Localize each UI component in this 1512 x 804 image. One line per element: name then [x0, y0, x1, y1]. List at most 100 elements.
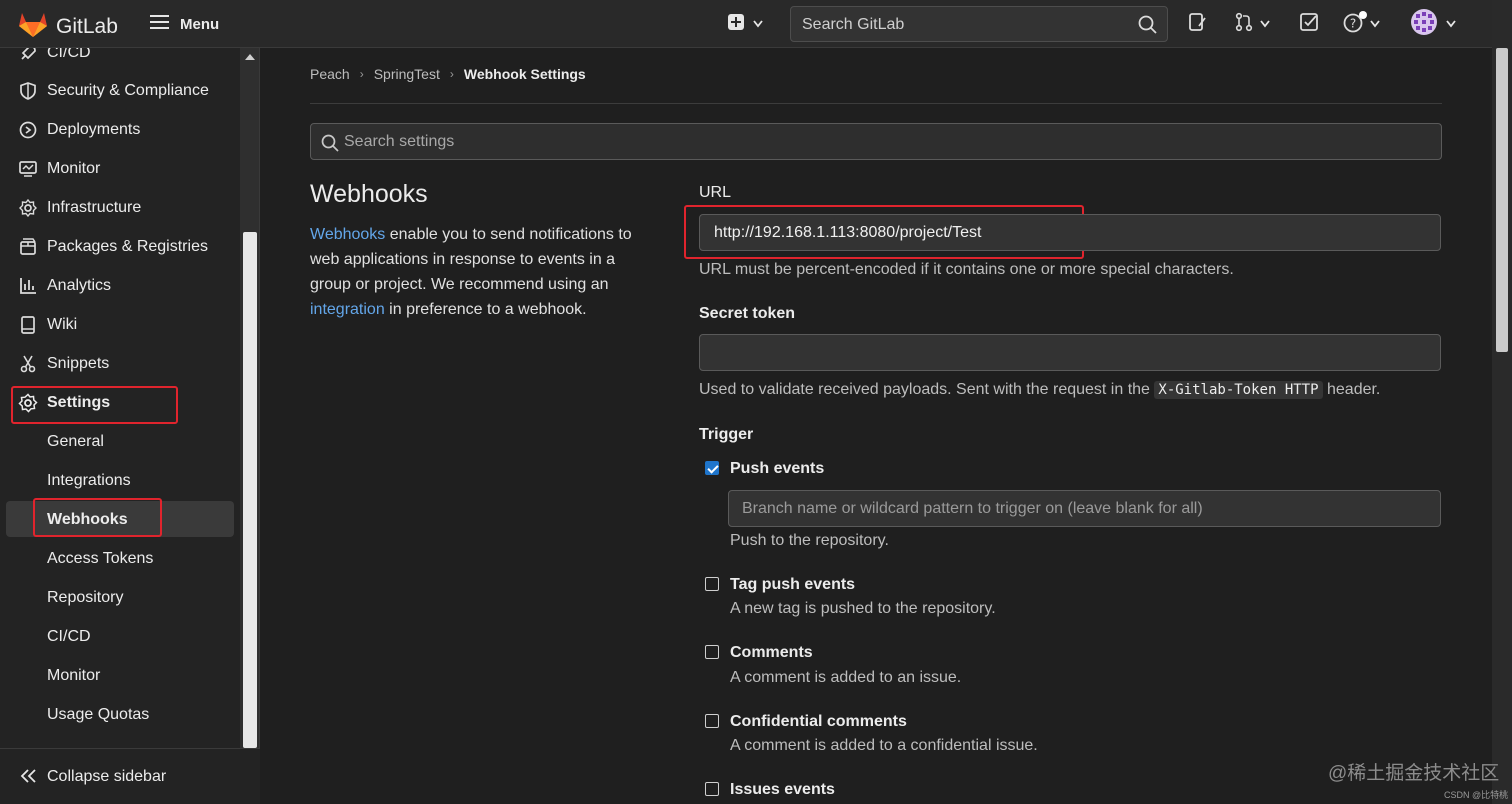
sidebar-subitem-cicd[interactable]: CI/CD	[0, 619, 240, 655]
breadcrumb-item[interactable]: Peach	[310, 66, 350, 82]
comments-checkbox[interactable]	[705, 645, 719, 659]
search-input[interactable]: Search GitLab	[790, 6, 1168, 42]
sidebar-item-label: Monitor	[47, 667, 101, 684]
sidebar-item-analytics[interactable]: Analytics	[0, 268, 240, 304]
settings-search-input[interactable]: Search settings	[310, 123, 1442, 160]
sidebar-subitem-usage-quotas[interactable]: Usage Quotas	[0, 697, 240, 733]
sidebar-subitem-integrations[interactable]: Integrations	[0, 463, 240, 499]
integration-link[interactable]: integration	[310, 301, 385, 318]
sidebar-item-label: Monitor	[47, 160, 101, 177]
chevron-right-icon: ›	[359, 67, 364, 81]
cloud-gear-icon	[18, 198, 38, 218]
webhooks-description: Webhooks enable you to send notification…	[310, 222, 660, 322]
scroll-up-arrow-icon[interactable]	[245, 54, 255, 60]
sidebar-item-label: Integrations	[47, 472, 131, 489]
avatar	[1410, 8, 1438, 41]
chevron-down-icon	[1260, 15, 1270, 33]
help-icon: ?	[1343, 10, 1367, 38]
user-menu-button[interactable]	[1410, 8, 1456, 41]
sidebar-item-label: Snippets	[47, 355, 110, 372]
help-button[interactable]: ?	[1343, 10, 1380, 38]
branch-filter-input[interactable]: Branch name or wildcard pattern to trigg…	[728, 490, 1441, 527]
package-icon	[18, 237, 38, 257]
divider	[310, 103, 1442, 104]
page-title: Webhooks	[310, 180, 428, 208]
sidebar-item-wiki[interactable]: Wiki	[0, 307, 240, 343]
push-events-label[interactable]: Push events	[730, 460, 824, 478]
sidebar-scrollbar[interactable]	[240, 48, 260, 748]
issues-events-checkbox[interactable]	[705, 782, 719, 796]
url-help-text: URL must be percent-encoded if it contai…	[699, 261, 1234, 278]
page-scrollbar-thumb[interactable]	[1496, 48, 1508, 352]
sidebar-subitem-general[interactable]: General	[0, 424, 240, 460]
confidential-comments-label[interactable]: Confidential comments	[730, 713, 907, 731]
collapse-sidebar-button[interactable]: Collapse sidebar	[0, 748, 260, 804]
menu-button[interactable]: Menu	[150, 14, 219, 34]
gitlab-logo[interactable]: GitLab	[18, 10, 118, 43]
shield-icon	[18, 81, 38, 101]
comments-help: A comment is added to an issue.	[730, 669, 962, 686]
sidebar-item-label: Usage Quotas	[47, 706, 150, 723]
sidebar-item-label: Security & Compliance	[47, 82, 209, 99]
tanuki-icon	[18, 10, 48, 43]
sidebar-item-cicd[interactable]: CI/CD	[0, 48, 240, 71]
sidebar-item-label: Wiki	[47, 316, 78, 333]
confidential-comments-checkbox[interactable]	[705, 714, 719, 728]
sidebar-subitem-repository[interactable]: Repository	[0, 580, 240, 616]
plus-square-icon	[728, 13, 744, 35]
menu-label: Menu	[180, 15, 220, 33]
todo-check-icon	[1299, 12, 1319, 37]
secret-token-help-text: Used to validate received payloads. Sent…	[699, 381, 1380, 399]
sidebar-item-label: Analytics	[47, 277, 112, 294]
sidebar-scrollbar-thumb[interactable]	[243, 232, 257, 748]
book-icon	[18, 315, 38, 335]
chevron-down-icon	[1446, 15, 1456, 33]
app-name: GitLab	[56, 14, 118, 38]
chart-icon	[18, 276, 38, 296]
double-chevron-left-icon	[20, 768, 38, 789]
sidebar-subitem-monitor[interactable]: Monitor	[0, 658, 240, 694]
url-input[interactable]: http://192.168.1.113:8080/project/Test	[699, 214, 1441, 251]
webhooks-link[interactable]: Webhooks	[310, 226, 385, 243]
issues-icon	[1188, 12, 1208, 37]
tag-push-events-help: A new tag is pushed to the repository.	[730, 600, 996, 617]
sidebar-subitem-access-tokens[interactable]: Access Tokens	[0, 541, 240, 577]
page-scrollbar[interactable]	[1492, 0, 1512, 804]
push-events-help: Push to the repository.	[730, 532, 889, 549]
breadcrumb-current[interactable]: Webhook Settings	[464, 66, 586, 82]
breadcrumb: Peach › SpringTest › Webhook Settings	[310, 66, 586, 82]
sidebar-item-security-compliance[interactable]: Security & Compliance	[0, 73, 240, 109]
issues-events-label[interactable]: Issues events	[730, 781, 835, 799]
push-events-checkbox[interactable]	[705, 461, 719, 475]
tag-push-events-label[interactable]: Tag push events	[730, 576, 855, 594]
breadcrumb-item[interactable]: SpringTest	[374, 66, 440, 82]
comments-label[interactable]: Comments	[730, 644, 813, 662]
confidential-comments-help: A comment is added to a confidential iss…	[730, 737, 1038, 754]
sidebar-item-label: Deployments	[47, 121, 141, 138]
sidebar-item-label: General	[47, 433, 104, 450]
header-code: X-Gitlab-Token HTTP	[1154, 381, 1323, 399]
svg-text:?: ?	[1350, 16, 1356, 30]
sidebar-item-packages-registries[interactable]: Packages & Registries	[0, 229, 240, 265]
chevron-down-icon	[753, 15, 763, 33]
tag-push-events-checkbox[interactable]	[705, 577, 719, 591]
help-text: Used to validate received payloads. Sent…	[699, 381, 1155, 398]
highlight-box-webhooks	[33, 498, 162, 537]
merge-requests-button[interactable]	[1234, 12, 1270, 36]
sidebar-item-snippets[interactable]: Snippets	[0, 346, 240, 382]
create-new-button[interactable]	[728, 12, 763, 36]
secret-token-input[interactable]	[699, 334, 1441, 371]
monitor-icon	[18, 159, 38, 179]
watermark-small: CSDN @比特桃	[1444, 790, 1509, 800]
todos-button[interactable]	[1299, 12, 1319, 36]
sidebar-item-label: Packages & Registries	[47, 238, 208, 255]
sidebar-item-infrastructure[interactable]: Infrastructure	[0, 190, 240, 226]
chevron-right-icon: ›	[449, 67, 454, 81]
sidebar-item-deployments[interactable]: Deployments	[0, 112, 240, 148]
scissors-icon	[18, 354, 38, 374]
collapse-sidebar-label: Collapse sidebar	[47, 768, 167, 785]
sidebar-item-monitor[interactable]: Monitor	[0, 151, 240, 187]
secret-token-label: Secret token	[699, 305, 796, 322]
issues-button[interactable]	[1188, 12, 1208, 36]
sidebar-item-label: Infrastructure	[47, 199, 142, 216]
